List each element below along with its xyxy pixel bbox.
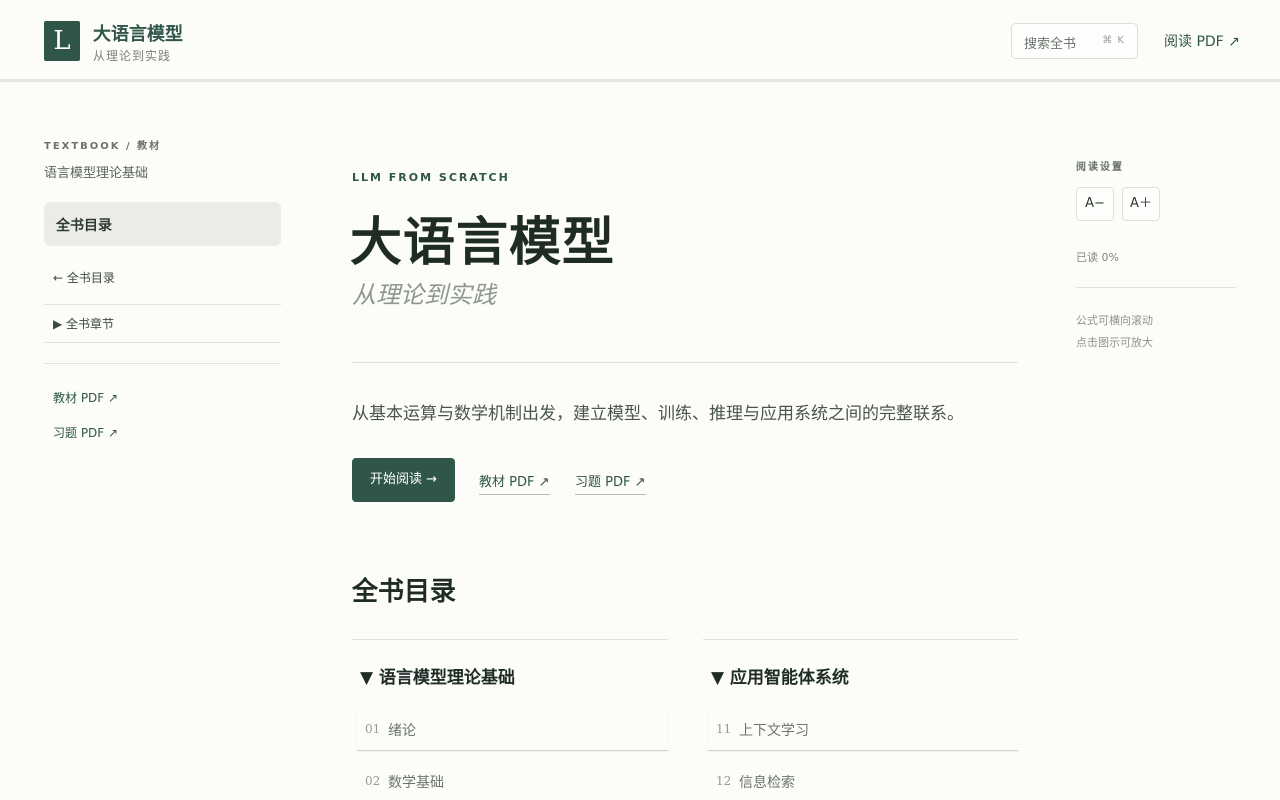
sidebar-divider	[44, 342, 281, 343]
brand-title[interactable]: 大语言模型	[93, 20, 183, 46]
toc-chapter-item[interactable]: 02 数学基础	[357, 763, 668, 800]
sidebar-eyebrow: TEXTBOOK / 教材	[44, 141, 162, 152]
toc-column-divider	[352, 639, 668, 640]
page-subtitle: 从理论到实践	[352, 281, 496, 309]
sidebar-item-label: 全书目录	[56, 218, 112, 234]
chapter-number: 01	[365, 722, 381, 736]
figure-zoom-note: 点击图示可放大	[1076, 336, 1153, 349]
chapter-title: 绪论	[388, 723, 416, 739]
toc-chapter-item[interactable]: 11 上下文学习	[708, 711, 1018, 751]
top-header: L 大语言模型 从理论到实践 搜索全书 ⌘ K 阅读 PDF ↗	[0, 0, 1280, 82]
textbook-pdf-link[interactable]: 教材 PDF ↗	[479, 471, 550, 495]
sidebar-back-to-toc[interactable]: ← 全书目录	[53, 269, 115, 286]
toc-part-toggle[interactable]: ▼ 语言模型理论基础	[360, 663, 515, 688]
chapter-title: 数学基础	[388, 775, 444, 791]
chapter-number: 11	[716, 722, 732, 736]
sidebar-book-name: 语言模型理论基础	[44, 166, 149, 181]
panel-divider	[1076, 287, 1236, 288]
reading-settings-title: 阅读设置	[1076, 162, 1124, 173]
sidebar-item-toc[interactable]: 全书目录	[44, 202, 281, 246]
read-pdf-link[interactable]: 阅读 PDF ↗	[1164, 31, 1240, 51]
chapter-title: 信息检索	[739, 775, 795, 791]
sidebar-textbook-pdf-link[interactable]: 教材 PDF ↗	[53, 389, 118, 406]
sidebar-exercise-pdf-link[interactable]: 习题 PDF ↗	[53, 424, 118, 441]
chapter-title: 上下文学习	[739, 723, 809, 739]
toc-column-divider	[703, 639, 1018, 640]
book-logo-icon[interactable]: L	[44, 21, 80, 61]
page-title: 大语言模型	[350, 213, 616, 273]
font-increase-button[interactable]: A＋	[1122, 187, 1160, 221]
toc-part-toggle[interactable]: ▼ 应用智能体系统	[711, 663, 849, 688]
brand-subtitle: 从理论到实践	[93, 49, 172, 63]
sidebar-divider	[44, 363, 281, 364]
toc-chapter-item[interactable]: 01 绪论	[357, 711, 668, 751]
book-description: 从基本运算与数学机制出发，建立模型、训练、推理与应用系统之间的完整联系。	[352, 404, 964, 424]
sidebar-chapters-toggle[interactable]: ▶ 全书章节	[53, 315, 114, 332]
exercise-pdf-link[interactable]: 习题 PDF ↗	[575, 471, 646, 495]
toc-heading: 全书目录	[352, 577, 457, 607]
search-box[interactable]: 搜索全书 ⌘ K	[1011, 23, 1138, 59]
font-decrease-button[interactable]: A−	[1076, 187, 1114, 221]
reading-progress: 已读 0%	[1076, 251, 1119, 264]
chapter-number: 12	[716, 774, 732, 788]
formula-scroll-note: 公式可横向滚动	[1076, 314, 1153, 327]
search-placeholder: 搜索全书	[1024, 37, 1077, 52]
hero-eyebrow: LLM FROM SCRATCH	[352, 171, 510, 184]
search-shortcut-hint: ⌘ K	[1102, 35, 1125, 46]
toc-chapter-item[interactable]: 12 信息检索	[708, 763, 1018, 800]
chapter-number: 02	[365, 774, 381, 788]
hero-divider	[352, 362, 1018, 363]
start-reading-button[interactable]: 开始阅读 →	[352, 458, 455, 502]
sidebar-divider	[44, 304, 281, 305]
